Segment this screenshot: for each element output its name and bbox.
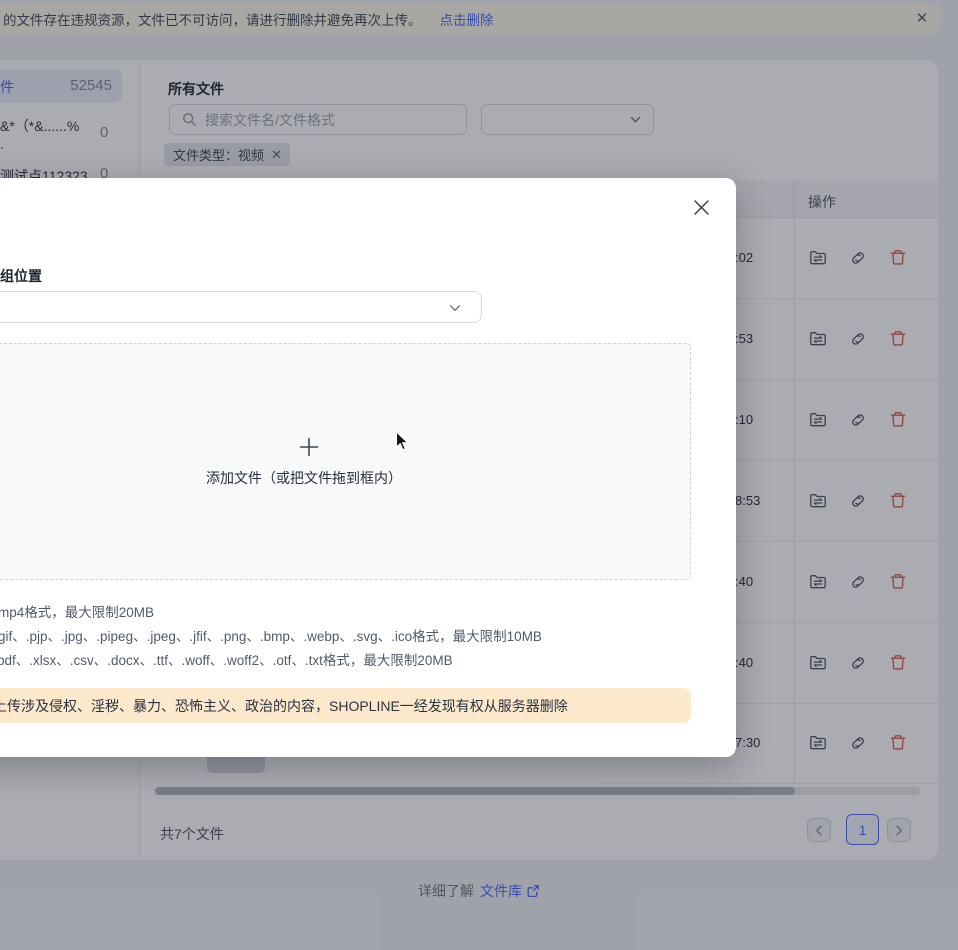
mouse-cursor [395, 431, 410, 452]
content-policy-warning-text: 上传涉及侵权、淫秽、暴力、恐怖主义、政治的内容，SHOPLINE一经发现有权从服… [0, 696, 568, 716]
upload-file-modal: 组位置 添加文件（或把文件拖到框内） mp4格式，最大限制20MB gif、.p… [0, 178, 736, 757]
upload-hint-image: gif、.pjp、.jpg、.pipeg、.jpeg、.jfif、.png、.b… [0, 625, 542, 645]
file-library-page: 的文件存在违规资源，文件已不可访问，请进行删除并避免再次上传。 点击删除 ✕ 件… [0, 0, 958, 950]
modal-close-icon[interactable] [690, 196, 712, 218]
upload-dropzone-label: 添加文件（或把文件拖到框内） [154, 468, 454, 488]
group-location-select[interactable] [0, 291, 482, 323]
content-policy-warning: 上传涉及侵权、淫秽、暴力、恐怖主义、政治的内容，SHOPLINE一经发现有权从服… [0, 688, 691, 723]
upload-hint-document: pdf、.xlsx、.csv、.docx、.ttf、.woff、.woff2、.… [0, 649, 453, 669]
upload-dropzone[interactable] [0, 343, 691, 580]
chevron-down-icon [449, 304, 461, 313]
upload-hint-video: mp4格式，最大限制20MB [0, 601, 154, 621]
plus-icon [299, 437, 319, 457]
group-location-label: 组位置 [0, 266, 42, 286]
